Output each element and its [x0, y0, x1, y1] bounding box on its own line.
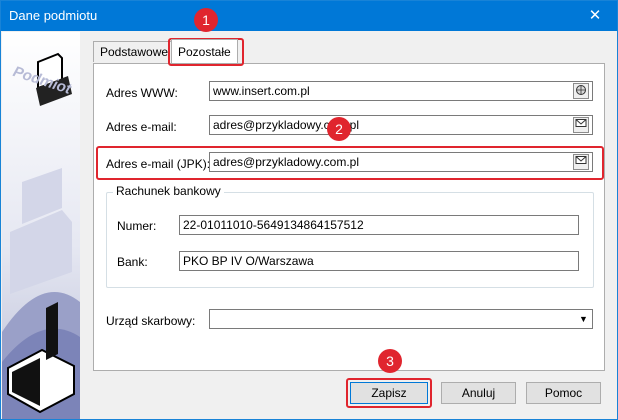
- step-badge-3: 3: [378, 349, 402, 373]
- dialog-window: Dane podmiotu ✕ Podmiot Podstawowe Pozos…: [0, 0, 618, 420]
- title-bar[interactable]: Dane podmiotu ✕: [1, 1, 617, 31]
- chevron-down-icon[interactable]: ▼: [575, 310, 592, 328]
- email-jpk-label: Adres e-mail (JPK):: [106, 157, 211, 171]
- close-button[interactable]: ✕: [573, 1, 617, 31]
- step-badge-2: 2: [327, 117, 351, 141]
- bank-name-value: PKO BP IV O/Warszawa: [183, 254, 314, 268]
- cancel-label: Anuluj: [461, 386, 496, 400]
- tab-pozostale[interactable]: Pozostałe: [171, 39, 238, 63]
- bank-name-label: Bank:: [117, 255, 148, 269]
- help-button[interactable]: Pomoc: [526, 382, 601, 404]
- email-jpk-input[interactable]: adres@przykladowy.com.pl: [209, 152, 593, 172]
- tax-office-select[interactable]: [209, 309, 593, 329]
- mail-icon[interactable]: [573, 154, 589, 170]
- tab-panel: Adres WWW: www.insert.com.pl Adres e-mai…: [93, 63, 605, 371]
- bank-name-input[interactable]: PKO BP IV O/Warszawa: [179, 251, 579, 271]
- tab-label: Podstawowe: [100, 45, 169, 59]
- globe-icon[interactable]: [573, 83, 589, 99]
- www-input[interactable]: www.insert.com.pl: [209, 81, 593, 101]
- account-number-label: Numer:: [117, 219, 157, 233]
- bank-group-legend: Rachunek bankowy: [113, 184, 224, 198]
- www-value: www.insert.com.pl: [213, 84, 310, 98]
- account-number-input[interactable]: 22-01011010-5649134864157512: [179, 215, 579, 235]
- mail-icon[interactable]: [573, 117, 589, 133]
- step-badge-1: 1: [194, 8, 218, 32]
- save-label: Zapisz: [371, 386, 407, 400]
- bank-account-group: Rachunek bankowy Numer: 22-01011010-5649…: [106, 184, 594, 288]
- www-label: Adres WWW:: [106, 86, 178, 100]
- tax-office-label: Urząd skarbowy:: [106, 314, 196, 328]
- tab-label: Pozostałe: [178, 45, 231, 59]
- email-jpk-value: adres@przykladowy.com.pl: [213, 155, 360, 169]
- tab-podstawowe[interactable]: Podstawowe: [93, 41, 176, 62]
- account-number-value: 22-01011010-5649134864157512: [183, 218, 364, 232]
- window-title: Dane podmiotu: [9, 8, 98, 23]
- help-label: Pomoc: [544, 386, 583, 400]
- sidebar-art: Podmiot: [2, 32, 80, 419]
- cancel-button[interactable]: Anuluj: [441, 382, 516, 404]
- email-input[interactable]: adres@przykladowy.com.pl: [209, 115, 593, 135]
- email-label: Adres e-mail:: [106, 120, 177, 134]
- save-button[interactable]: Zapisz: [350, 382, 428, 404]
